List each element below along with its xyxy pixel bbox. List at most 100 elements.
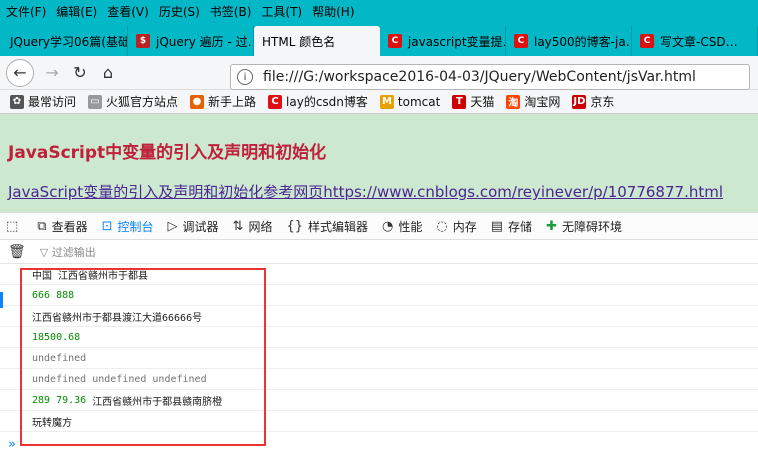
menu-bar: 文件(F) 编辑(E) 查看(V) 历史(S) 书签(B) 工具(T) 帮助(H) [0,0,758,22]
info-icon[interactable]: i [237,69,253,85]
folder-icon: ▭ [88,94,103,109]
bookmark-item[interactable]: ✿ 最常访问 [10,93,76,110]
tab-label: lay500的博客-ja… [533,34,632,49]
accessibility-icon: ✚ [546,218,557,234]
console-value: 666 888 [32,289,75,301]
console-prompt[interactable]: » [8,437,16,452]
devtools-tab-label: 网络 [248,219,273,234]
bookmark-item[interactable]: ● 新手上路 [190,93,256,110]
bookmark-label: 火狐官方站点 [106,95,179,109]
console-value: 江西省赣州市于都县渡江大道66666号 [32,312,203,324]
menu-item[interactable]: 帮助(H) [312,3,354,20]
accessibility-tab[interactable]: ✚ 无障碍环境 [546,218,622,235]
network-tab[interactable]: ⇅ 网络 [233,218,273,235]
storage-tab[interactable]: ▤ 存储 [491,218,532,235]
devtools-tab-label: 无障碍环境 [561,219,622,234]
console-value: undefined [32,352,87,364]
reload-button[interactable]: ↻ [66,59,94,87]
bookmark-item[interactable]: Mtomcat [379,94,441,109]
bookmarks-bar: ✿ 最常访问 ▭ 火狐官方站点 ● 新手上路 Clay的csdn博客 Mtomcat T 天猫淘淘… [0,90,758,114]
console-filter-bar: 🗑 ▽ 过滤输出 [0,240,758,264]
console-value: 玩转魔方 [32,417,72,429]
url-bar[interactable]: i file:///G:/workspace2016-04-03/JQuery/… [230,64,750,90]
browser-tab[interactable]: JQuery学习06篇(基础… [2,26,129,56]
memory-tab[interactable]: ◌ 内存 [436,218,476,235]
devtools-tab-label: 样式编辑器 [308,219,369,234]
bookmark-label: 淘宝网 [524,95,561,109]
console-value: undefined undefined undefined [32,373,207,385]
tomcat-icon: M [379,94,394,109]
tab-label: jQuery 遍历 - 过… [156,34,255,49]
console-tab[interactable]: ⊡ 控制台 [102,218,154,235]
bookmark-label: 最常访问 [28,95,77,109]
tab-label: 写文章-CSD… [660,34,738,49]
tab-label: javascript变量提… [407,34,506,49]
browser-tab[interactable]: C 写文章-CSD… [632,26,758,56]
back-button[interactable]: ← [6,58,34,87]
tab-strip: JQuery学习06篇(基础… $ jQuery 遍历 - 过… HTML 颜色名 Cj… [0,22,758,56]
tab-label: HTML 颜色名 [262,34,336,49]
console-line: 289 79.36 江西省赣州市于都县赣南脐橙 [0,390,758,411]
page-heading: JavaScript中变量的引入及声明和初始化 [8,143,327,163]
menu-item[interactable]: 工具(T) [261,3,302,20]
picker-icon[interactable]: ⬚ [6,219,23,234]
console-line: 中国 江西省赣州市于都县 [0,264,758,285]
tmall-icon: T [452,94,467,109]
csdn-icon: C [513,34,528,48]
devtools-tab-label: 内存 [452,219,477,234]
reference-link[interactable]: JavaScript变量的引入及声明和初始化参考网页https://www.cn… [8,181,750,202]
csdn-icon: C [387,34,402,48]
bookmark-label: 新手上路 [208,95,257,109]
console-line: undefined undefined undefined [0,369,758,390]
devtools-tab-label: 控制台 [117,219,154,234]
console-value: 江西省赣州市于都县赣南脐橙 [92,396,223,408]
bookmark-label: tomcat [397,94,441,109]
console-line: 666 888 [0,285,758,306]
console-output: 中国 江西省赣州市于都县 666 888 江西省赣州市于都县渡江大道66666号 18… [0,264,758,454]
style-editor-icon: {} [286,218,304,234]
menu-item[interactable]: 查看(V) [107,3,149,20]
inspector-tab[interactable]: ⧉ 查看器 [37,218,87,235]
console-icon: ⊡ [101,218,113,234]
bookmark-item[interactable]: ▭ 火狐官方站点 [88,93,178,110]
browser-tab[interactable]: Cjavascript变量提… [380,26,506,56]
filter-input[interactable]: ▽ 过滤输出 [40,244,96,260]
console-line: 玩转魔方 [0,411,758,432]
memory-icon: ◌ [436,218,448,234]
debugger-icon: ▷ [167,218,178,234]
bookmark-item[interactable]: T 天猫 [452,93,494,110]
inspector-icon: ⧉ [37,218,47,234]
style-editor-tab[interactable]: {} 样式编辑器 [286,218,368,235]
bookmark-item[interactable]: 淘淘宝网 [506,93,560,110]
console-line: undefined [0,348,758,369]
bookmark-label: 天猫 [470,95,495,109]
browser-tab[interactable]: Clay500的博客-ja… [506,26,632,56]
forward-button[interactable]: → [38,59,66,87]
devtools-toolbar: ⬚ ⧉ 查看器 ⊡ 控制台 ▷ 调试器 ⇅ 网络 {} 样式编辑器 ◔ 性能 ◌ 内存 ▤ 存储 ✚ 无障碍环境 [0,212,758,240]
jd-icon: JD [572,94,587,109]
console-value: 289 79.36 [32,394,87,406]
menu-item[interactable]: 历史(S) [159,3,200,20]
storage-icon: ▤ [490,218,504,234]
home-button[interactable]: ⌂ [94,59,122,87]
menu-item[interactable]: 文件(F) [6,3,46,20]
csdn-icon: C [268,94,283,109]
tab-label: JQuery学习06篇(基础… [10,34,127,49]
bookmark-item[interactable]: Clay的csdn博客 [268,93,368,110]
trash-icon[interactable]: 🗑 [8,244,26,260]
browser-tab[interactable]: $ jQuery 遍历 - 过… [128,26,255,56]
browser-tab[interactable]: HTML 颜色名 [254,26,380,56]
bookmark-label: 京东 [590,95,615,109]
menu-item[interactable]: 编辑(E) [56,3,97,20]
performance-tab[interactable]: ◔ 性能 [382,218,422,235]
bookmark-item[interactable]: JD 京东 [572,93,614,110]
csdn-icon: C [640,34,654,48]
console-value: 18500.68 [32,331,81,343]
menu-item[interactable]: 书签(B) [210,3,252,20]
url-text[interactable]: file:///G:/workspace2016-04-03/JQuery/We… [263,69,696,85]
debugger-tab[interactable]: ▷ 调试器 [168,218,219,235]
bookmark-label: lay的csdn博客 [286,95,368,109]
taobao-icon: 淘 [506,94,521,109]
selected-line-marker [0,292,3,308]
devtools-tab-label: 查看器 [51,219,88,234]
